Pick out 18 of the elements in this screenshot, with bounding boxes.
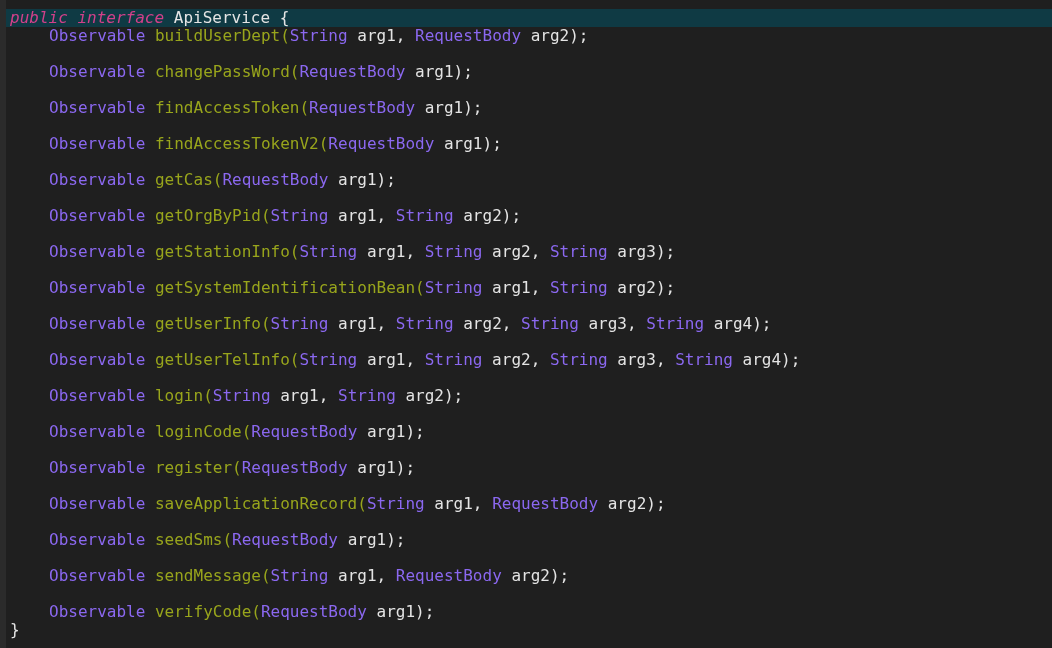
- code-line: Observable loginCode(RequestBody arg1);: [48, 423, 426, 441]
- code-line: Observable sendMessage(String arg1, RequestBody arg2);: [48, 567, 571, 585]
- code-line: Observable changePassWord(RequestBody arg1);: [48, 63, 474, 81]
- code-line: Observable buildUserDept(String arg1, RequestBody arg2);: [48, 27, 590, 45]
- code-line: Observable getStationInfo(String arg1, String arg2, String arg3);: [48, 243, 677, 261]
- code-line: Observable saveApplicationRecord(String arg1, RequestBody arg2);: [48, 495, 667, 513]
- code-line: Observable getOrgByPid(String arg1, String arg2);: [48, 207, 523, 225]
- code-line: Observable seedSms(RequestBody arg1);: [48, 531, 407, 549]
- code-line: Observable verifyCode(RequestBody arg1);: [48, 603, 436, 621]
- code-line: Observable login(String arg1, String arg2);: [48, 387, 465, 405]
- code-line: Observable getUserTelInfo(String arg1, String arg2, String arg3, String arg4);: [48, 351, 802, 369]
- code-line: Observable register(RequestBody arg1);: [48, 459, 417, 477]
- code-line: Observable getSystemIdentificationBean(String arg1, String arg2);: [48, 279, 677, 297]
- code-line: Observable findAccessToken(RequestBody arg1);: [48, 99, 484, 117]
- code-line: Observable getUserInfo(String arg1, String arg2, String arg3, String arg4);: [48, 315, 773, 333]
- code-line: Observable findAccessTokenV2(RequestBody arg1);: [48, 135, 503, 153]
- code-line: Observable getCas(RequestBody arg1);: [48, 171, 397, 189]
- code-line: }: [9, 621, 21, 639]
